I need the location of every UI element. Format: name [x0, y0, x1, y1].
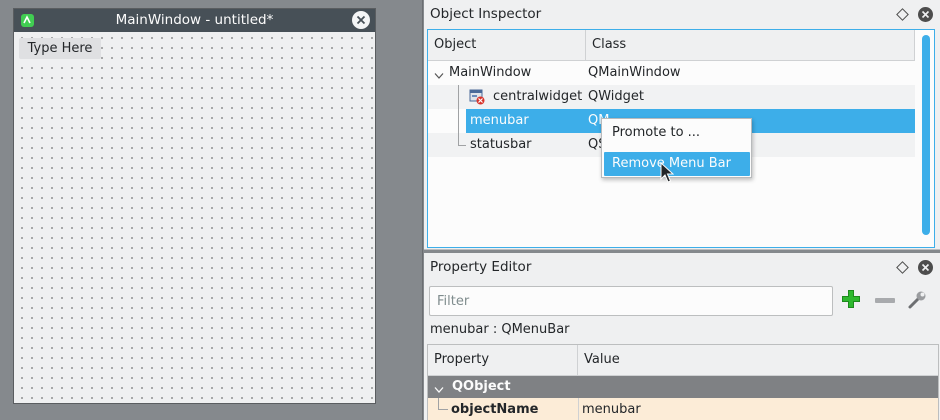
expand-arrow-icon[interactable] [434, 383, 444, 393]
designer-main-window[interactable]: MainWindow - untitled* Type Here [13, 8, 376, 404]
property-editor-dock: Property Editor menubar : QMenuBar Prope… [424, 253, 940, 420]
property-editor-title: Property Editor [430, 259, 532, 275]
column-header-property[interactable]: Property [428, 345, 578, 375]
float-icon[interactable] [896, 261, 909, 274]
configure-icon[interactable] [907, 289, 928, 310]
object-name: centralwidget [493, 89, 583, 104]
menu-item-remove-menu-bar[interactable]: Remove Menu Bar [604, 152, 750, 176]
property-group-row[interactable]: QObject [428, 376, 938, 398]
tree-header: Object Class [428, 30, 915, 61]
column-header-value[interactable]: Value [578, 345, 938, 375]
close-icon[interactable] [918, 7, 933, 22]
close-icon[interactable] [918, 260, 933, 275]
column-divider [578, 398, 579, 420]
design-canvas[interactable]: Type Here [14, 32, 375, 403]
property-table-header: Property Value [428, 345, 938, 376]
property-row-objectname[interactable]: objectName menubar [428, 398, 938, 420]
column-header-object[interactable]: Object [428, 30, 586, 60]
object-name: MainWindow [449, 65, 532, 80]
object-name: menubar [470, 113, 529, 128]
object-name: statusbar [470, 137, 532, 152]
tree-branch-line [458, 109, 459, 133]
vertical-scrollbar[interactable] [922, 35, 930, 235]
float-icon[interactable] [896, 8, 909, 21]
object-inspector-title: Object Inspector [430, 6, 542, 22]
property-group-name: QObject [452, 379, 511, 394]
close-icon[interactable] [352, 11, 370, 29]
menu-item-promote[interactable]: Promote to ... [604, 121, 750, 145]
menubar-type-here[interactable]: Type Here [19, 38, 101, 59]
tree-row-centralwidget[interactable]: centralwidget QWidget [428, 85, 915, 109]
object-class: QWidget [588, 89, 645, 104]
column-header-class[interactable]: Class [586, 30, 915, 60]
main-window-title: MainWindow - untitled* [115, 12, 274, 28]
add-icon[interactable] [841, 289, 861, 309]
dock-splitter[interactable] [422, 0, 423, 420]
context-menu: Promote to ... Remove Menu Bar [601, 118, 752, 178]
property-table[interactable]: Property Value QObject objectName menuba… [427, 344, 939, 420]
tree-branch-line [458, 85, 459, 109]
property-name: objectName [451, 402, 539, 417]
expand-arrow-icon[interactable] [434, 69, 444, 79]
tree-branch-line [458, 145, 466, 146]
filter-input[interactable] [429, 286, 833, 316]
property-value[interactable]: menubar [582, 398, 641, 420]
tree-branch-line [438, 409, 448, 410]
main-window-titlebar[interactable]: MainWindow - untitled* [14, 9, 375, 32]
mouse-cursor-icon [660, 161, 675, 184]
tree-row-mainwindow[interactable]: MainWindow QMainWindow [428, 61, 915, 85]
object-class: QMainWindow [588, 65, 681, 80]
remove-icon[interactable] [875, 298, 895, 303]
widget-icon [469, 89, 485, 105]
selected-object-label: menubar : QMenuBar [430, 322, 570, 337]
